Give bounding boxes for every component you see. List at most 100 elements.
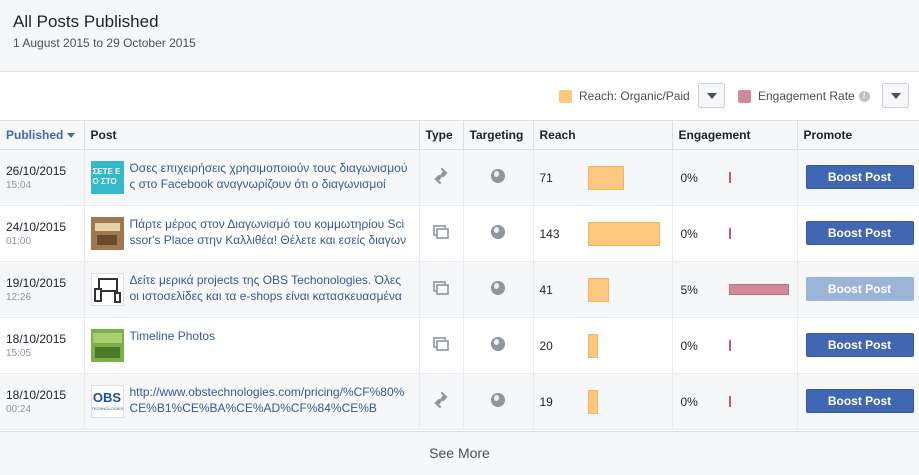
targeting-cell — [463, 149, 534, 206]
column-promote-label: Promote — [803, 127, 853, 142]
post-time: 00:24 — [6, 403, 32, 415]
date-range: 1 August 2015 to 29 October 2015 — [13, 36, 196, 50]
post-thumbnail[interactable] — [90, 273, 124, 306]
chevron-down-icon — [707, 93, 717, 99]
report-header: All Posts Published 1 August 2015 to 29 … — [0, 0, 919, 72]
engagement-cell: 0% — [672, 205, 798, 262]
photo-album-icon — [433, 224, 449, 239]
page-title: All Posts Published — [13, 12, 159, 31]
post-link[interactable]: Δείτε μερικά projects της OBS Techonolog… — [130, 272, 410, 304]
legend-engagement-label: Engagement Rate — [758, 89, 855, 103]
post-link[interactable]: http://www.obstechnologies.com/pricing/%… — [130, 384, 410, 416]
engagement-swatch — [738, 89, 751, 103]
legend-reach: Reach: Organic/Paid — [559, 89, 690, 103]
targeting-cell — [463, 373, 534, 430]
reach-cell: 143 — [533, 205, 673, 262]
link-icon — [434, 167, 448, 184]
obs-logo-subtext: TECHNOLOGIES — [91, 406, 124, 411]
chevron-down-icon — [891, 93, 901, 99]
posts-table: Published Post Type Targeting Reach Enga… — [0, 121, 919, 430]
post-cell: Δείτε μερικά projects της OBS Techonolog… — [84, 261, 420, 318]
column-published-label: Published — [6, 127, 64, 142]
post-link[interactable]: Πάρτε μέρος στον Διαγωνισμό του κομμωτηρ… — [130, 216, 410, 248]
published-cell: 19/10/2015 12:26 — [0, 261, 85, 318]
devices-thumbnail-phone — [113, 292, 121, 303]
post-date: 18/10/2015 — [6, 331, 67, 346]
boost-post-button[interactable]: Boost Post — [805, 389, 914, 413]
boost-post-button[interactable]: Boost Post — [805, 221, 914, 245]
reach-bar — [587, 165, 624, 190]
type-cell — [419, 261, 464, 318]
engagement-bar — [728, 339, 731, 351]
reach-value: 20 — [539, 338, 553, 353]
targeting-cell — [463, 261, 534, 318]
type-cell — [419, 317, 464, 374]
sort-desc-icon — [67, 133, 76, 139]
column-published[interactable]: Published — [0, 121, 85, 150]
devices-thumbnail-tablet — [93, 288, 102, 302]
engagement-value: 0% — [680, 338, 698, 353]
column-reach-label: Reach — [539, 127, 576, 142]
boost-post-button[interactable]: Boost Post — [805, 165, 914, 189]
post-time: 15:05 — [6, 347, 32, 359]
globe-icon — [491, 224, 505, 239]
post-date: 19/10/2015 — [6, 275, 67, 290]
published-cell: 24/10/2015 01:00 — [0, 205, 85, 262]
boost-post-button[interactable]: Boost Post — [805, 333, 914, 357]
timeline-thumbnail-art — [92, 333, 122, 343]
legend-toolbar: Reach: Organic/Paid Engagement Rate i — [0, 72, 919, 121]
salon-thumbnail-art — [96, 235, 117, 245]
reach-bar — [587, 221, 660, 246]
reach-swatch — [559, 89, 572, 103]
engagement-bar — [728, 283, 789, 295]
post-thumbnail[interactable]: ΣΕΤΕ Ε Ο ΣΤΟ — [90, 161, 124, 194]
photo-album-icon — [433, 336, 449, 351]
post-thumbnail[interactable] — [90, 329, 124, 362]
column-post-label: Post — [90, 127, 117, 142]
engagement-cell: 0% — [672, 373, 798, 430]
legend-engagement: Engagement Rate i — [738, 89, 870, 103]
post-date: 18/10/2015 — [6, 387, 67, 402]
reach-bar — [587, 389, 598, 414]
post-thumbnail[interactable]: OBS TECHNOLOGIES — [90, 385, 124, 418]
reach-value: 143 — [539, 226, 560, 241]
column-engagement-label: Engagement — [678, 127, 751, 142]
column-targeting-label: Targeting — [469, 127, 524, 142]
table-row: 24/10/2015 01:00 Πάρτε μέρος στον Διαγων… — [0, 205, 919, 262]
salon-thumbnail-art — [94, 223, 120, 231]
reach-value: 19 — [539, 394, 553, 409]
reach-bar — [587, 277, 609, 302]
column-engagement: Engagement — [672, 121, 798, 150]
post-link[interactable]: Timeline Photos — [130, 328, 410, 344]
table-header-row: Published Post Type Targeting Reach Enga… — [0, 121, 919, 150]
post-thumbnail[interactable] — [90, 217, 124, 250]
reach-cell: 71 — [533, 149, 673, 206]
table-row: 26/10/2015 15:04 ΣΕΤΕ Ε Ο ΣΤΟ Όσες επιχε… — [0, 149, 919, 206]
info-icon[interactable]: i — [858, 90, 870, 102]
legend-reach-label: Reach: Organic/Paid — [579, 89, 690, 103]
obs-logo-text: OBS — [92, 390, 122, 405]
type-cell — [419, 149, 464, 206]
post-cell: OBS TECHNOLOGIES http://www.obstechnolog… — [84, 373, 420, 430]
reach-bar — [587, 333, 598, 358]
promote-cell: Boost Post — [797, 261, 919, 318]
globe-icon — [491, 280, 505, 295]
post-time: 12:26 — [6, 291, 32, 303]
post-date: 26/10/2015 — [6, 163, 67, 178]
type-cell — [419, 205, 464, 262]
boost-post-button[interactable]: Boost Post — [805, 277, 914, 301]
engagement-metric-dropdown[interactable] — [882, 83, 909, 108]
engagement-cell: 0% — [672, 317, 798, 374]
published-cell: 18/10/2015 00:24 — [0, 373, 85, 430]
column-type: Type — [419, 121, 464, 150]
reach-cell: 20 — [533, 317, 673, 374]
engagement-bar — [728, 171, 731, 183]
globe-icon — [491, 168, 505, 183]
reach-metric-dropdown[interactable] — [698, 83, 725, 108]
see-more-button[interactable]: See More — [0, 431, 919, 475]
globe-icon — [491, 336, 505, 351]
reach-value: 41 — [539, 282, 553, 297]
targeting-cell — [463, 317, 534, 374]
engagement-bar — [728, 227, 731, 239]
post-link[interactable]: Όσες επιχειρήσεις χρησιμοποιούν τους δια… — [130, 160, 410, 192]
